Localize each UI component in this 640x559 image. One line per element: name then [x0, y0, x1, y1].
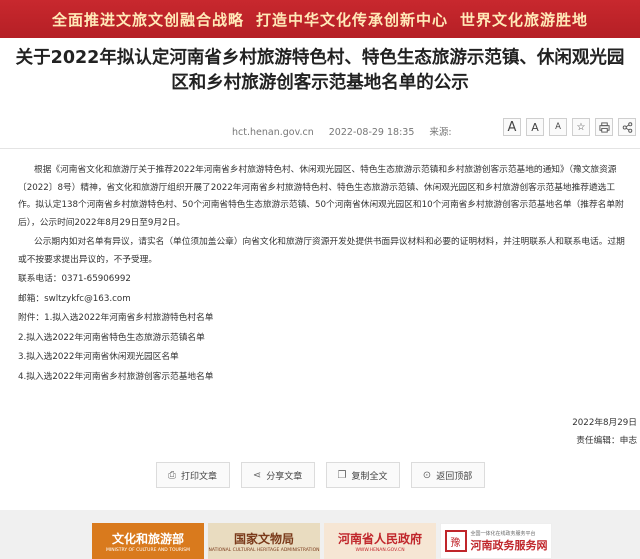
article-meta-row: hct.henan.gov.cn 2022-08-29 18:35 来源: A … [0, 118, 640, 144]
emblem-icon: 豫 [444, 530, 467, 552]
copy-icon: ❐ [337, 469, 347, 481]
logo-name: 国家文物局 [233, 531, 294, 546]
print-article-button[interactable]: ⎙ 打印文章 [155, 462, 230, 488]
article-source-label: 来源: [429, 127, 452, 138]
back-to-top-label: 返回顶部 [436, 471, 473, 482]
up-arrow-icon: ⊙ [422, 469, 432, 481]
share-article-label: 分享文章 [266, 471, 303, 482]
copy-article-label: 复制全文 [351, 471, 388, 482]
logo-sub: 全国一体化在线政务服务平台 [470, 531, 536, 537]
article-paragraph: 根据《河南省文化和旅游厅关于推荐2022年河南省乡村旅游特色村、休闲观光园区、特… [18, 165, 624, 228]
print-tool-button[interactable] [595, 118, 613, 136]
share-icon: ⋖ [252, 469, 262, 481]
contact-phone: 联系电话：0371-65906992 [18, 274, 131, 284]
article-actions: ⎙ 打印文章 ⋖ 分享文章 ❐ 复制全文 ⊙ 返回顶部 [0, 462, 640, 488]
article-paragraph: 公示期内如对名单有异议，请实名（单位须加盖公章）向省文化和旅游厅资源开发处提供书… [18, 237, 625, 265]
logo-national-cultural-heritage[interactable]: 国家文物局 NATIONAL CULTURAL HERITAGE ADMINIS… [208, 523, 320, 559]
logo-sub: NATIONAL CULTURAL HERITAGE ADMINISTRATIO… [208, 547, 320, 553]
attachment-link[interactable]: 4.拟入选2022年河南省乡村旅游创客示范基地名单 [18, 369, 630, 387]
font-medium-button[interactable]: A [526, 118, 544, 136]
print-article-label: 打印文章 [180, 471, 217, 482]
logo-henan-service-network[interactable]: 豫 全国一体化在线政务服务平台 河南政务服务网 [440, 523, 552, 559]
logo-name: 河南省人民政府 [337, 531, 422, 546]
top-banner: 全面推进文旅文创融合战略 打造中华文化传承创新中心 世界文化旅游胜地 [0, 0, 640, 38]
star-icon: ☆ [576, 121, 586, 133]
article-meta: hct.henan.gov.cn 2022-08-29 18:35 来源: [232, 124, 464, 138]
favorite-button[interactable]: ☆ [572, 118, 590, 136]
article-source-site: hct.henan.gov.cn [232, 127, 314, 138]
logo-sub: MINISTRY OF CULTURE AND TOURISM [106, 547, 190, 553]
print-icon: ⎙ [167, 469, 176, 481]
logo-henan-government[interactable]: 河南省人民政府 WWW.HENAN.GOV.CN [324, 523, 436, 559]
article-date: 2022-08-29 18:35 [328, 127, 415, 138]
attachment-link[interactable]: 2.拟入选2022年河南省特色生态旅游示范镇名单 [18, 330, 630, 348]
responsible-editor: 责任编辑：申志 [576, 435, 637, 446]
font-large-button[interactable]: A [503, 118, 521, 136]
meta-divider [0, 148, 640, 149]
back-to-top-button[interactable]: ⊙ 返回顶部 [410, 462, 485, 488]
footer-logos: 文化和旅游部 MINISTRY OF CULTURE AND TOURISM 国… [92, 523, 552, 559]
copy-article-button[interactable]: ❐ 复制全文 [325, 462, 400, 488]
logo-name: 河南政务服务网 [470, 539, 548, 552]
print-icon [598, 121, 610, 133]
banner-segment-1: 全面推进文旅文创融合战略 [51, 10, 244, 29]
share-icon [622, 121, 632, 133]
contact-email: 邮箱：swltzykfc@163.com [18, 293, 131, 304]
banner-segment-2: 打造中华文化传承创新中心 [255, 10, 448, 29]
logo-ministry-culture-tourism[interactable]: 文化和旅游部 MINISTRY OF CULTURE AND TOURISM [92, 523, 204, 559]
article-title-wrap: 关于2022年拟认定河南省乡村旅游特色村、特色生态旅游示范镇、休闲观光园区和乡村… [0, 46, 640, 96]
logo-name: 文化和旅游部 [111, 531, 184, 546]
article-body: 根据《河南省文化和旅游厅关于推荐2022年河南省乡村旅游特色村、休闲观光园区、特… [18, 162, 630, 386]
share-tool-button[interactable] [618, 118, 636, 136]
article-title: 关于2022年拟认定河南省乡村旅游特色村、特色生态旅游示范镇、休闲观光园区和乡村… [15, 48, 625, 93]
logo-sub: WWW.HENAN.GOV.CN [355, 547, 405, 553]
article-signature: 2022年8月29日 责任编辑：申志 [572, 415, 637, 450]
attachment-link[interactable]: 附件：1.拟入选2022年河南省乡村旅游特色村名单 [18, 310, 630, 328]
banner-segment-3: 世界文化旅游胜地 [460, 10, 589, 29]
article-tools: A A A ☆ [503, 118, 636, 136]
attachment-link[interactable]: 3.拟入选2022年河南省休闲观光园区名单 [18, 349, 630, 367]
font-small-button[interactable]: A [549, 118, 567, 136]
share-article-button[interactable]: ⋖ 分享文章 [240, 462, 315, 488]
sign-date: 2022年8月29日 [572, 418, 637, 428]
